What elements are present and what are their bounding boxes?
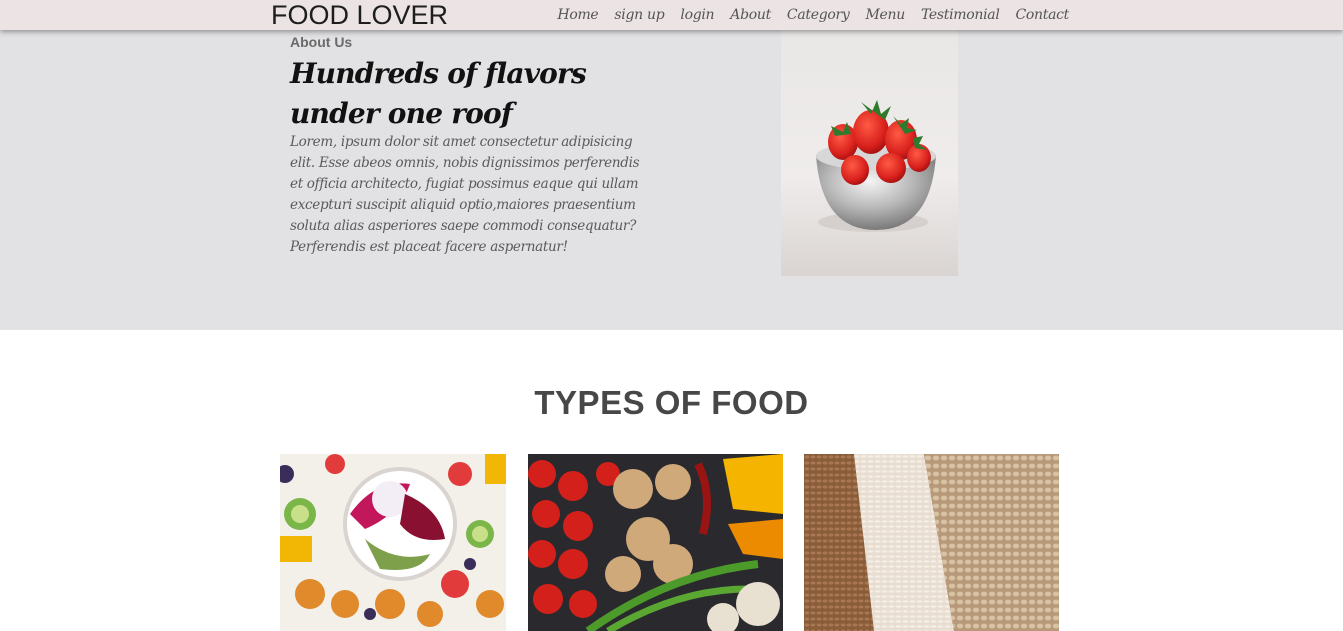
navbar: FOOD LOVER Home sign up login About Cate… <box>0 0 1343 30</box>
vegetables-photo[interactable] <box>528 454 783 631</box>
about-heading: Hundreds of flavors under one roof <box>290 57 587 130</box>
nav-link-contact[interactable]: Contact <box>1016 7 1070 23</box>
nav-link-testimonial[interactable]: Testimonial <box>921 7 1000 23</box>
strawberry-bowl-photo <box>781 30 958 276</box>
nav-link-about[interactable]: About <box>730 7 771 23</box>
nav-link-category[interactable]: Category <box>787 7 850 23</box>
types-of-food-title: TYPES OF FOOD <box>534 384 809 421</box>
nav-links: Home sign up login About Category Menu T… <box>541 0 1069 30</box>
about-text: Lorem, ipsum dolor sit amet consectetur … <box>290 134 640 255</box>
brand-logo[interactable]: FOOD LOVER <box>271 0 448 30</box>
about-tag: About Us <box>290 34 353 50</box>
nav-link-menu[interactable]: Menu <box>865 7 905 23</box>
nav-link-login[interactable]: login <box>680 7 714 23</box>
about-section: About Us Hundreds of flavors under one r… <box>0 30 1343 330</box>
fruit-bowl-photo[interactable] <box>280 454 506 631</box>
nav-link-home[interactable]: Home <box>557 7 598 23</box>
grains-photo[interactable] <box>804 454 1059 631</box>
nav-link-sign-up[interactable]: sign up <box>614 7 664 23</box>
